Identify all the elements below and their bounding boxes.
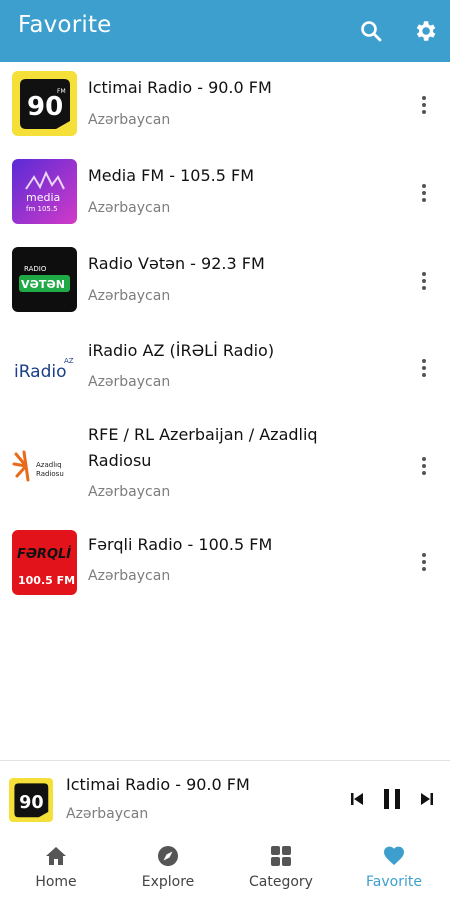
logo-text: 90 <box>27 92 63 122</box>
grid-icon <box>271 846 291 866</box>
settings-button[interactable] <box>408 14 442 48</box>
station-item[interactable]: 90 FM Ictimai Radio - 90.0 FM Azərbaycan <box>0 62 450 150</box>
logo-sub: FM <box>57 88 66 95</box>
nav-favorite[interactable]: Favorite <box>338 844 450 900</box>
player-station-country: Azərbaycan <box>66 806 149 822</box>
app-bar: Favorite <box>0 0 450 62</box>
more-options-button[interactable] <box>410 354 438 382</box>
search-icon <box>361 21 382 42</box>
station-item[interactable]: Azadlıq Radiosu RFE / RL Azerbaijan / Az… <box>0 412 450 522</box>
pause-button[interactable] <box>380 787 404 811</box>
logo-sub: AZ <box>64 357 74 365</box>
previous-button[interactable] <box>347 787 367 811</box>
logo-text: FƏRQLİ <box>17 546 71 562</box>
bottom-navigation: Home Explore Category Favorite <box>0 836 450 900</box>
logo-sub: Radiosu <box>36 470 64 478</box>
station-logo-media-fm: media fm 105.5 <box>12 159 77 224</box>
nav-category[interactable]: Category <box>225 844 337 900</box>
logo-text: iRadio <box>14 362 67 382</box>
station-logo-azadliq: Azadlıq Radiosu <box>12 434 77 499</box>
station-country: Azərbaycan <box>88 484 171 500</box>
skip-previous-icon <box>351 793 363 805</box>
player-station-logo: 90 <box>9 778 53 822</box>
nav-explore-label: Explore <box>141 874 195 890</box>
logo-text: Azadlıq <box>36 461 62 469</box>
station-name: Fərqli Radio - 100.5 FM <box>88 535 273 554</box>
station-name: Media FM - 105.5 FM <box>88 166 254 185</box>
page-title: Favorite <box>18 12 112 38</box>
station-name: Radio Vətən - 92.3 FM <box>88 254 265 273</box>
station-country: Azərbaycan <box>88 112 171 128</box>
pause-icon <box>384 789 400 809</box>
station-country: Azərbaycan <box>88 568 171 584</box>
station-item[interactable]: FƏRQLİ 100.5 FM Fərqli Radio - 100.5 FM … <box>0 522 450 608</box>
more-options-button[interactable] <box>410 179 438 207</box>
station-name: Ictimai Radio - 90.0 FM <box>88 78 272 97</box>
station-logo-ictimai: 90 FM <box>12 71 77 136</box>
more-options-button[interactable] <box>410 267 438 295</box>
nav-category-label: Category <box>249 874 313 890</box>
logo-text: media <box>26 191 60 204</box>
station-country: Azərbaycan <box>88 374 171 390</box>
logo-sub: RADIO <box>24 265 47 273</box>
nav-explore[interactable]: Explore <box>112 844 224 900</box>
station-logo-iradio: iRadio AZ <box>12 335 77 400</box>
logo-sub: 100.5 FM <box>18 574 75 587</box>
more-options-button[interactable] <box>410 91 438 119</box>
nav-home-label: Home <box>35 874 77 890</box>
search-button[interactable] <box>354 14 388 48</box>
station-name: RFE / RL Azerbaijan / Azadliq Radiosu <box>88 425 318 470</box>
station-item[interactable]: RADIO VƏTƏN Radio Vətən - 92.3 FM Azərba… <box>0 238 450 326</box>
next-button[interactable] <box>417 787 437 811</box>
nav-home[interactable]: Home <box>0 844 112 900</box>
station-item[interactable]: media fm 105.5 Media FM - 105.5 FM Azərb… <box>0 150 450 238</box>
station-item[interactable]: iRadio AZ iRadio AZ (İRƏLİ Radio) Azərba… <box>0 326 450 412</box>
gear-icon <box>416 21 436 41</box>
nav-favorite-label: Favorite <box>366 874 422 890</box>
compass-icon <box>158 846 178 866</box>
home-icon <box>46 847 66 865</box>
station-country: Azərbaycan <box>88 200 171 216</box>
station-name: iRadio AZ (İRƏLİ Radio) <box>88 341 275 360</box>
station-logo-veten: RADIO VƏTƏN <box>12 247 77 312</box>
logo-text: 90 <box>19 793 43 813</box>
skip-next-icon <box>421 793 433 805</box>
more-options-button[interactable] <box>410 452 438 480</box>
player-station-name: Ictimai Radio - 90.0 FM <box>66 775 250 794</box>
station-country: Azərbaycan <box>88 288 171 304</box>
station-logo-ferqli: FƏRQLİ 100.5 FM <box>12 530 77 595</box>
logo-text: VƏTƏN <box>21 278 65 291</box>
mini-player[interactable]: 90 Ictimai Radio - 90.0 FM Azərbaycan <box>0 760 450 837</box>
logo-sub: fm 105.5 <box>26 205 58 213</box>
more-options-button[interactable] <box>410 548 438 576</box>
heart-icon <box>384 846 404 865</box>
